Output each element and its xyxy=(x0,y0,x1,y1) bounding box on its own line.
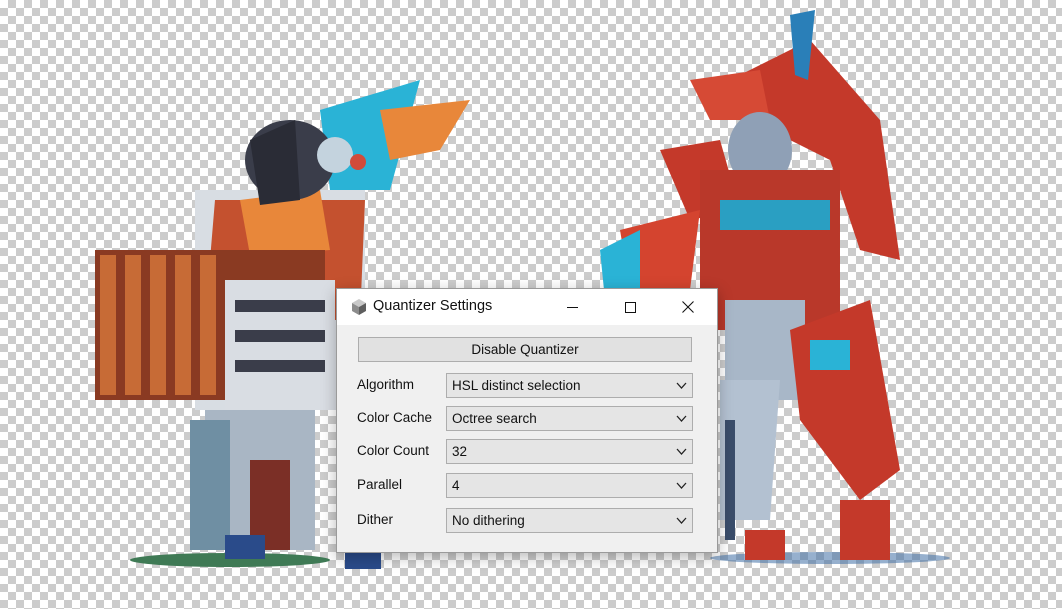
chevron-down-icon xyxy=(676,415,687,422)
chevron-down-icon xyxy=(676,482,687,489)
close-button[interactable] xyxy=(659,289,717,325)
minimize-icon xyxy=(566,306,578,308)
color-cache-label: Color Cache xyxy=(357,410,433,425)
chevron-down-icon xyxy=(676,382,687,389)
color-count-select[interactable]: 32 xyxy=(446,439,693,464)
disable-quantizer-button[interactable]: Disable Quantizer xyxy=(358,337,692,362)
parallel-label: Parallel xyxy=(357,477,403,492)
dialog-title: Quantizer Settings xyxy=(373,298,493,314)
cube-icon xyxy=(352,299,366,315)
color-count-label: Color Count xyxy=(357,443,430,458)
chevron-down-icon xyxy=(676,448,687,455)
parallel-select[interactable]: 4 xyxy=(446,473,693,498)
maximize-icon xyxy=(624,301,636,313)
minimize-button[interactable] xyxy=(543,289,601,325)
algorithm-select[interactable]: HSL distinct selection xyxy=(446,373,693,398)
title-bar[interactable]: Quantizer Settings xyxy=(337,289,717,325)
dither-value: No dithering xyxy=(452,513,525,528)
quantizer-settings-dialog: Quantizer Settings Disable Quantizer Alg… xyxy=(336,288,718,553)
dither-select[interactable]: No dithering xyxy=(446,508,693,533)
algorithm-label: Algorithm xyxy=(357,377,415,392)
color-cache-select[interactable]: Octree search xyxy=(446,406,693,431)
close-icon xyxy=(682,301,694,313)
algorithm-value: HSL distinct selection xyxy=(452,378,581,393)
chevron-down-icon xyxy=(676,517,687,524)
maximize-button[interactable] xyxy=(601,289,659,325)
dialog-body: Disable Quantizer Algorithm HSL distinct… xyxy=(337,325,717,552)
color-cache-value: Octree search xyxy=(452,411,537,426)
color-count-value: 32 xyxy=(452,444,468,459)
dither-label: Dither xyxy=(357,512,394,527)
parallel-value: 4 xyxy=(452,478,460,493)
